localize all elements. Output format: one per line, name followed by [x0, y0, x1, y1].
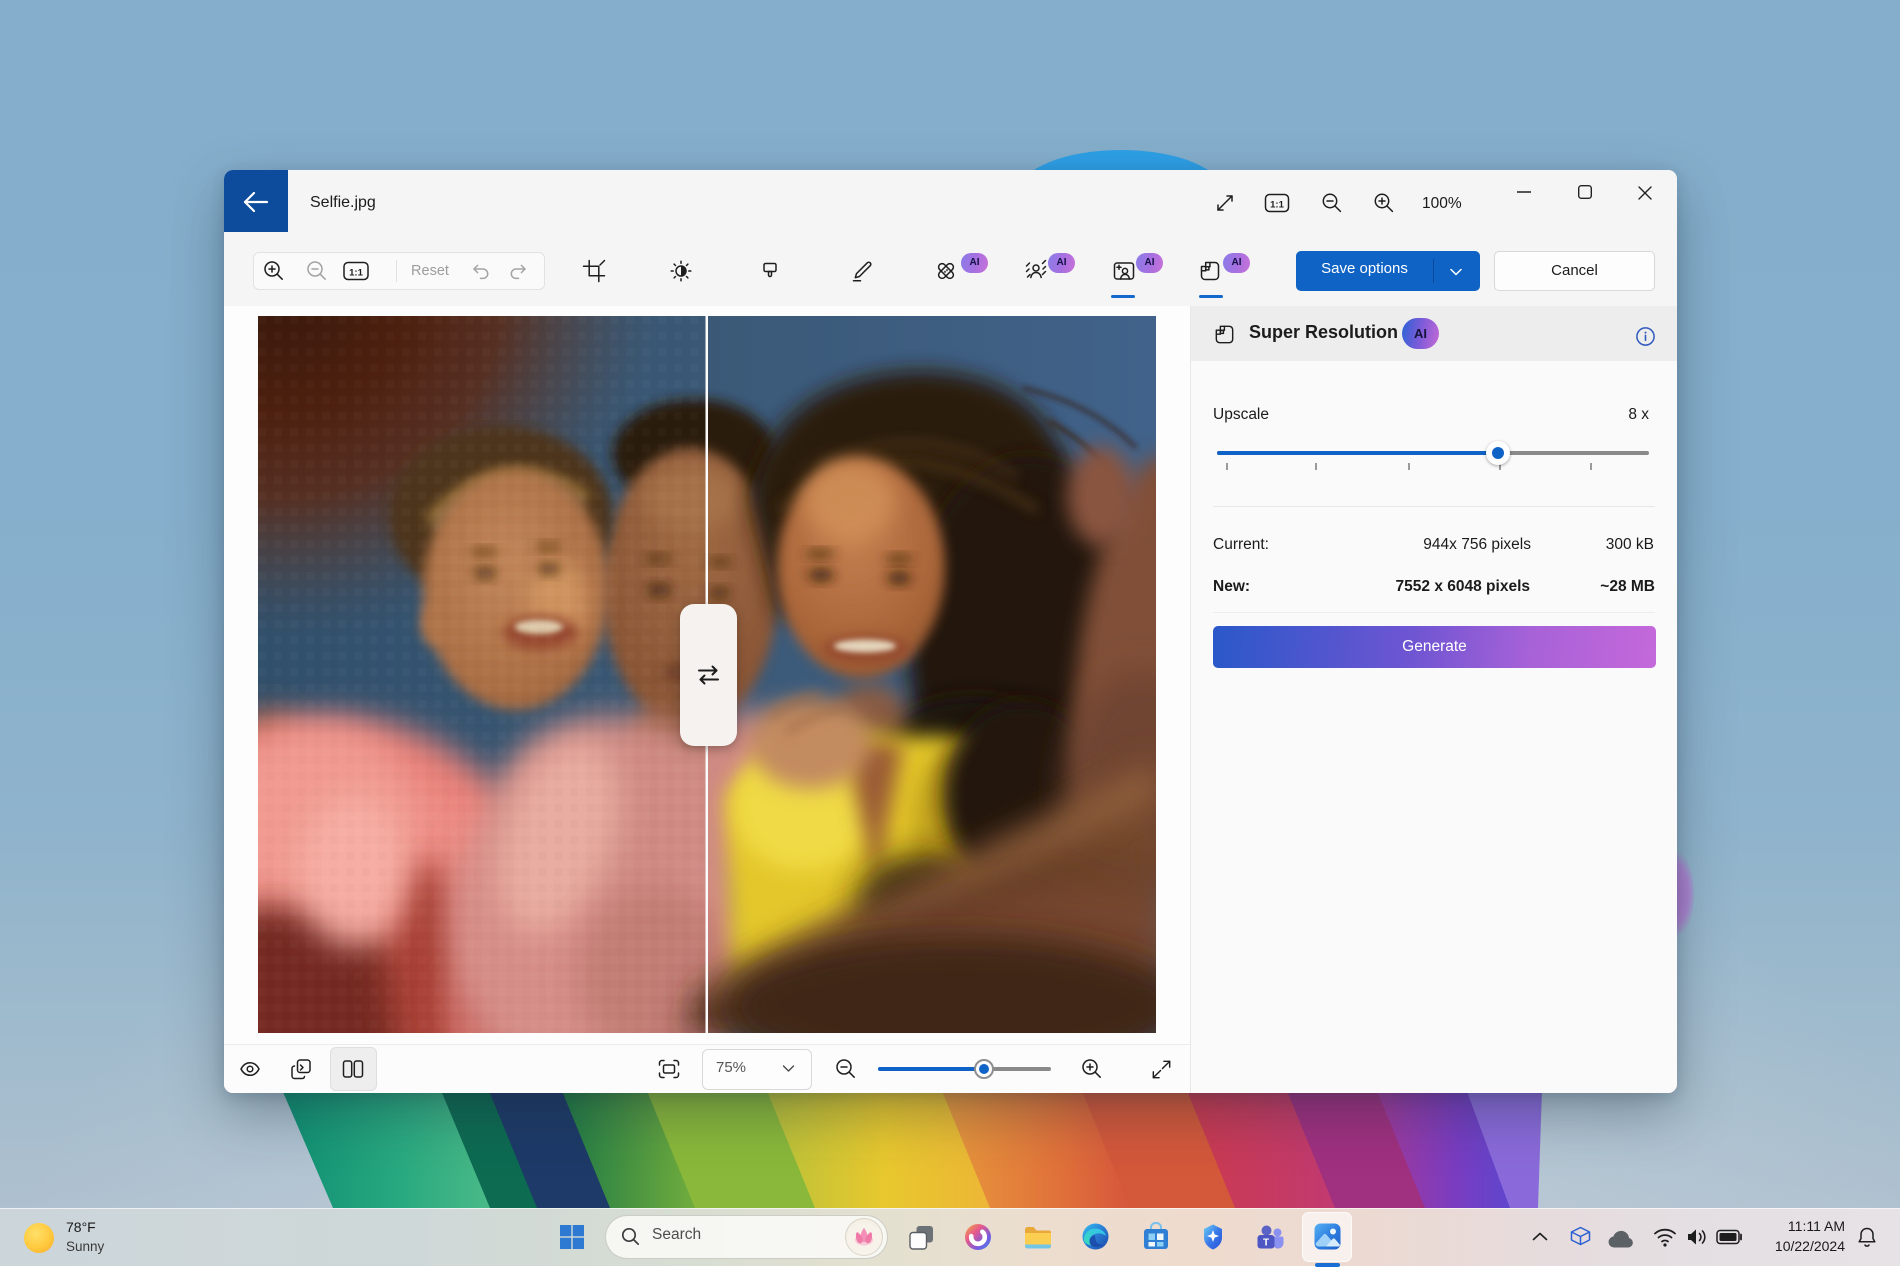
svg-text:1:1: 1:1	[1270, 200, 1284, 211]
svg-text:1:1: 1:1	[349, 268, 363, 279]
svg-text:T: T	[1263, 1238, 1269, 1249]
